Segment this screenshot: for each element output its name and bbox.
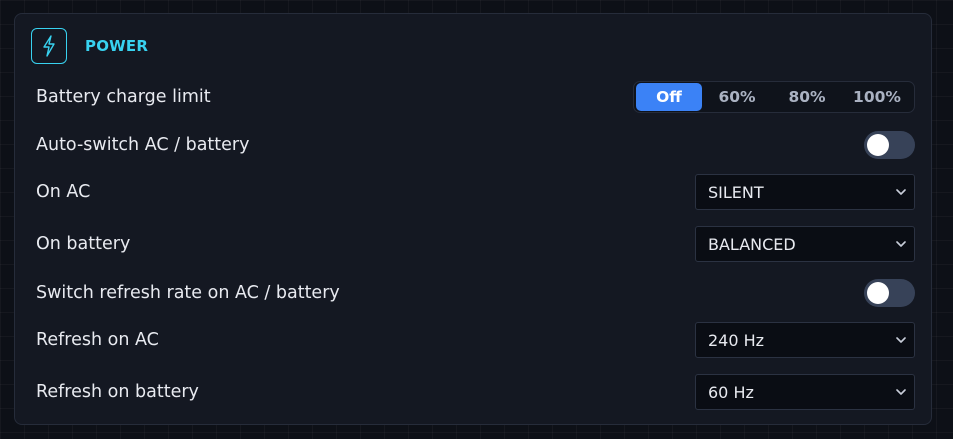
- auto-switch-toggle[interactable]: [864, 131, 915, 159]
- chevron-down-icon: [896, 389, 906, 395]
- refresh-on-battery-select[interactable]: 60 Hz: [695, 374, 915, 410]
- battery-charge-limit-label: Battery charge limit: [36, 87, 211, 107]
- on-ac-label: On AC: [36, 182, 91, 202]
- refresh-on-battery-select-value: 60 Hz: [708, 382, 754, 402]
- refresh-on-ac-label: Refresh on AC: [36, 330, 159, 350]
- chevron-down-icon: [896, 337, 906, 343]
- section-header: POWER: [31, 27, 148, 65]
- refresh-on-ac-select-value: 240 Hz: [708, 330, 765, 350]
- refresh-on-battery-row: Refresh on battery 60 Hz: [36, 374, 915, 410]
- on-battery-select-value: BALANCED: [708, 234, 796, 254]
- charge-limit-option-100[interactable]: 100%: [842, 83, 912, 111]
- auto-switch-label: Auto-switch AC / battery: [36, 135, 250, 155]
- on-battery-select[interactable]: BALANCED: [695, 226, 915, 262]
- refresh-on-battery-label: Refresh on battery: [36, 382, 199, 402]
- switch-refresh-row: Switch refresh rate on AC / battery: [36, 278, 915, 308]
- switch-refresh-label: Switch refresh rate on AC / battery: [36, 283, 340, 303]
- on-ac-select-value: SILENT: [708, 182, 764, 202]
- on-battery-row: On battery BALANCED: [36, 226, 915, 262]
- toggle-knob: [867, 282, 889, 304]
- power-settings-card: POWER Battery charge limit Off 60% 80% 1…: [14, 13, 932, 425]
- on-ac-select[interactable]: SILENT: [695, 174, 915, 210]
- toggle-knob: [867, 134, 889, 156]
- on-ac-row: On AC SILENT: [36, 174, 915, 210]
- charge-limit-option-80[interactable]: 80%: [772, 83, 842, 111]
- section-title: POWER: [85, 37, 149, 55]
- battery-charge-limit-row: Battery charge limit Off 60% 80% 100%: [36, 80, 915, 114]
- refresh-on-ac-row: Refresh on AC 240 Hz: [36, 322, 915, 358]
- charge-limit-option-60[interactable]: 60%: [702, 83, 772, 111]
- charge-limit-option-off[interactable]: Off: [636, 83, 702, 111]
- battery-charge-limit-segmented-control: Off 60% 80% 100%: [633, 81, 915, 113]
- switch-refresh-toggle[interactable]: [864, 279, 915, 307]
- chevron-down-icon: [896, 189, 906, 195]
- lightning-bolt-icon: [31, 28, 67, 64]
- on-battery-label: On battery: [36, 234, 131, 254]
- refresh-on-ac-select[interactable]: 240 Hz: [695, 322, 915, 358]
- auto-switch-row: Auto-switch AC / battery: [36, 130, 915, 160]
- chevron-down-icon: [896, 241, 906, 247]
